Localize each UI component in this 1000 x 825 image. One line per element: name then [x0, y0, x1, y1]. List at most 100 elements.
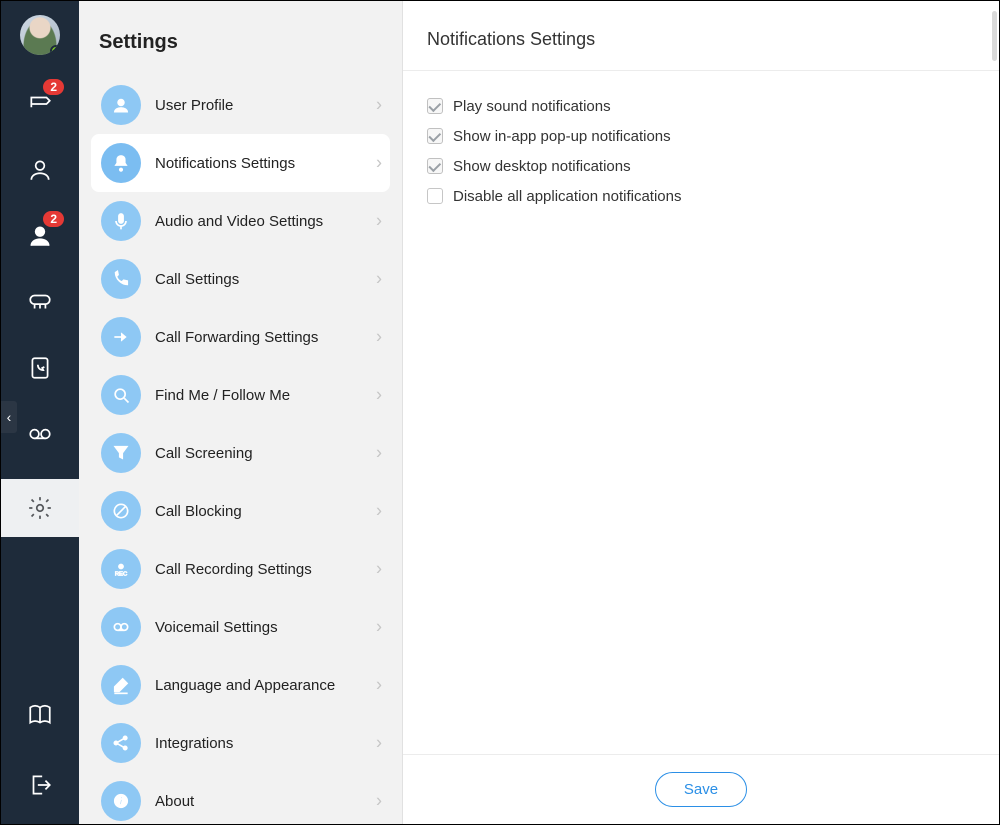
phone-book-icon: [27, 355, 53, 381]
microphone-icon: [101, 201, 141, 241]
option-label: Play sound notifications: [453, 98, 611, 115]
checkbox-2[interactable]: [427, 158, 443, 174]
settings-list: User Profile›Notifications Settings›Audi…: [79, 76, 402, 824]
bell-icon: [101, 143, 141, 183]
settings-column: Settings User Profile›Notifications Sett…: [79, 1, 403, 824]
nav-docs[interactable]: [10, 694, 70, 736]
search-icon: [101, 375, 141, 415]
settings-item-call-screening[interactable]: Call Screening ›: [91, 424, 390, 482]
svg-text:i: i: [120, 796, 123, 807]
nav-profile[interactable]: [10, 149, 70, 191]
option-row: Disable all application notifications: [427, 181, 975, 211]
settings-item-label: Call Recording Settings: [155, 561, 312, 578]
chevron-right-icon: ›: [376, 791, 382, 812]
svg-text:REC: REC: [115, 572, 127, 578]
save-button[interactable]: Save: [655, 772, 747, 807]
chevron-right-icon: ›: [376, 385, 382, 406]
settings-item-integrations[interactable]: Integrations ›: [91, 714, 390, 772]
settings-item-label: Voicemail Settings: [155, 619, 278, 636]
chevron-right-icon: ›: [376, 153, 382, 174]
content-title: Notifications Settings: [403, 1, 999, 71]
settings-item-label: Call Blocking: [155, 503, 242, 520]
settings-item-audio-and-video-settings[interactable]: Audio and Video Settings ›: [91, 192, 390, 250]
chevron-right-icon: ›: [376, 269, 382, 290]
chevron-right-icon: ›: [376, 327, 382, 348]
content-body: Play sound notifications Show in-app pop-…: [403, 71, 999, 754]
app-root: 2 2 ‹: [0, 0, 1000, 825]
settings-item-call-forwarding-settings[interactable]: Call Forwarding Settings ›: [91, 308, 390, 366]
content-footer: Save: [403, 754, 999, 824]
gear-icon: [27, 495, 53, 521]
phone-icon: [101, 259, 141, 299]
settings-item-voicemail-settings[interactable]: Voicemail Settings ›: [91, 598, 390, 656]
settings-item-label: Audio and Video Settings: [155, 213, 323, 230]
settings-item-label: Call Forwarding Settings: [155, 329, 318, 346]
checkbox-3[interactable]: [427, 188, 443, 204]
option-row: Show desktop notifications: [427, 151, 975, 181]
checkbox-1[interactable]: [427, 128, 443, 144]
chevron-right-icon: ›: [376, 733, 382, 754]
chevron-right-icon: ›: [376, 559, 382, 580]
settings-item-label: User Profile: [155, 97, 233, 114]
book-icon: [27, 702, 53, 728]
user-avatar: [20, 15, 60, 55]
settings-title: Settings: [79, 1, 402, 76]
nav-contacts[interactable]: 2: [10, 215, 70, 257]
block-icon: [101, 491, 141, 531]
settings-item-label: Call Screening: [155, 445, 253, 462]
info-icon: i: [101, 781, 141, 821]
nav-chat[interactable]: 2: [10, 83, 70, 125]
content-scrollbar[interactable]: [992, 11, 997, 61]
option-row: Play sound notifications: [427, 91, 975, 121]
voicemail-icon: [101, 607, 141, 647]
presence-indicator: [50, 45, 60, 55]
chevron-right-icon: ›: [376, 675, 382, 696]
chevron-right-icon: ›: [376, 211, 382, 232]
chevron-right-icon: ›: [376, 501, 382, 522]
settings-item-label: Notifications Settings: [155, 155, 295, 172]
nav-logout[interactable]: [10, 764, 70, 806]
checkbox-0[interactable]: [427, 98, 443, 114]
option-label: Show in-app pop-up notifications: [453, 128, 671, 145]
forward-arrow-icon: [101, 317, 141, 357]
settings-item-label: Call Settings: [155, 271, 239, 288]
dialpad-icon: [27, 289, 53, 315]
content-panel: Notifications Settings Play sound notifi…: [403, 1, 999, 824]
settings-item-about[interactable]: i About ›: [91, 772, 390, 824]
settings-item-label: About: [155, 793, 194, 810]
contacts-badge: 2: [43, 211, 64, 227]
nav-call-history[interactable]: [10, 347, 70, 389]
logout-icon: [27, 772, 53, 798]
nav-voicemail[interactable]: [10, 413, 70, 455]
settings-item-label: Find Me / Follow Me: [155, 387, 290, 404]
option-row: Show in-app pop-up notifications: [427, 121, 975, 151]
nav-settings[interactable]: [1, 479, 79, 537]
settings-item-call-blocking[interactable]: Call Blocking ›: [91, 482, 390, 540]
nav-rail: 2 2 ‹: [1, 1, 79, 824]
person-icon: [27, 157, 53, 183]
settings-item-find-me-follow-me[interactable]: Find Me / Follow Me ›: [91, 366, 390, 424]
user-icon: [101, 85, 141, 125]
chevron-right-icon: ›: [376, 617, 382, 638]
settings-item-call-recording-settings[interactable]: REC Call Recording Settings ›: [91, 540, 390, 598]
chevron-right-icon: ›: [376, 95, 382, 116]
settings-item-user-profile[interactable]: User Profile ›: [91, 76, 390, 134]
rail-collapse-handle[interactable]: ‹: [1, 401, 17, 433]
record-icon: REC: [101, 549, 141, 589]
avatar-button[interactable]: [10, 11, 70, 59]
voicemail-icon: [27, 421, 53, 447]
chevron-right-icon: ›: [376, 443, 382, 464]
funnel-icon: [101, 433, 141, 473]
chevron-left-icon: ‹: [7, 409, 12, 425]
settings-item-notifications-settings[interactable]: Notifications Settings ›: [91, 134, 390, 192]
settings-item-label: Language and Appearance: [155, 677, 335, 694]
option-label: Show desktop notifications: [453, 158, 631, 175]
nav-dialer[interactable]: [10, 281, 70, 323]
settings-item-call-settings[interactable]: Call Settings ›: [91, 250, 390, 308]
brush-icon: [101, 665, 141, 705]
option-label: Disable all application notifications: [453, 188, 681, 205]
share-icon: [101, 723, 141, 763]
settings-item-language-and-appearance[interactable]: Language and Appearance ›: [91, 656, 390, 714]
settings-item-label: Integrations: [155, 735, 233, 752]
chat-badge: 2: [43, 79, 64, 95]
